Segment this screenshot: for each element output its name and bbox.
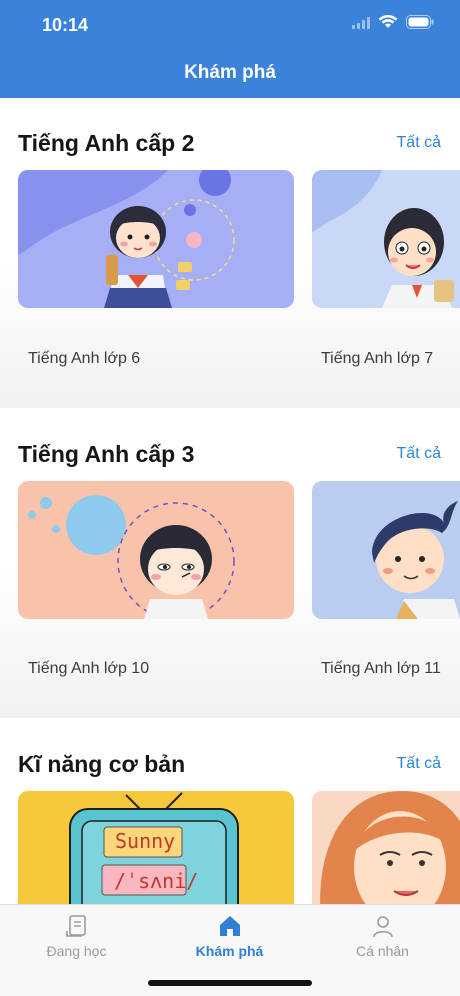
tab-label: Đang học bbox=[46, 943, 107, 959]
course-card-label: Tiếng Anh lớp 10 bbox=[28, 660, 150, 677]
course-card-grade-6[interactable] bbox=[18, 170, 294, 308]
course-card-label: Tiếng Anh lớp 11 bbox=[321, 660, 441, 677]
phonetic-text: /ˈsʌni/ bbox=[114, 869, 199, 893]
see-all-link[interactable]: Tất cả bbox=[397, 445, 441, 463]
skill-card-vocabulary[interactable]: Sunny /ˈsʌni/ bbox=[18, 791, 294, 904]
boy-illustration bbox=[312, 481, 460, 619]
course-card-grade-11[interactable] bbox=[312, 481, 460, 619]
skill-card-speaking[interactable] bbox=[312, 791, 460, 904]
tab-studying[interactable]: Đang học bbox=[0, 913, 153, 969]
explore-content[interactable]: Tiếng Anh cấp 2 Tất cả Tiếng Anh lớp 6 T… bbox=[0, 98, 460, 904]
book-icon bbox=[65, 915, 86, 937]
page-title: Khám phá bbox=[184, 62, 276, 83]
status-icons bbox=[352, 14, 434, 34]
tab-label: Cá nhân bbox=[356, 943, 409, 959]
status-bar: 10:14 bbox=[0, 0, 460, 50]
course-card-grade-7[interactable] bbox=[312, 170, 460, 308]
girl-illustration bbox=[18, 170, 294, 308]
section-high-school-english: Tiếng Anh cấp 3 Tất cả Tiếng Anh lớp 10 bbox=[0, 408, 460, 718]
tab-explore[interactable]: Khám phá bbox=[153, 913, 306, 969]
girl-illustration bbox=[18, 481, 294, 619]
word-text: Sunny bbox=[115, 829, 176, 853]
see-all-link[interactable]: Tất cả bbox=[397, 755, 441, 773]
signal-icon bbox=[352, 16, 370, 34]
wifi-icon bbox=[378, 14, 398, 34]
section-title: Kĩ năng cơ bản bbox=[18, 751, 186, 777]
course-card-grade-10[interactable] bbox=[18, 481, 294, 619]
home-indicator[interactable] bbox=[148, 980, 312, 986]
battery-icon bbox=[406, 15, 434, 34]
course-card-label: Tiếng Anh lớp 6 bbox=[28, 350, 141, 367]
section-basic-skills: Kĩ năng cơ bản Tất cả Sunny /ˈsʌni/ bbox=[0, 718, 460, 904]
woman-illustration bbox=[312, 791, 460, 904]
see-all-link[interactable]: Tất cả bbox=[397, 134, 441, 152]
section-secondary-english: Tiếng Anh cấp 2 Tất cả Tiếng Anh lớp 6 T… bbox=[0, 98, 460, 408]
tab-label: Khám phá bbox=[195, 943, 264, 959]
course-card-label: Tiếng Anh lớp 7 bbox=[321, 350, 434, 367]
app-header: 10:14 Khám phá bbox=[0, 0, 460, 98]
section-title: Tiếng Anh cấp 3 bbox=[18, 441, 195, 467]
person-icon bbox=[372, 916, 393, 938]
section-title: Tiếng Anh cấp 2 bbox=[18, 130, 195, 156]
status-time: 10:14 bbox=[42, 15, 89, 35]
tab-profile[interactable]: Cá nhân bbox=[306, 913, 459, 969]
students-illustration bbox=[312, 170, 460, 308]
home-icon bbox=[219, 916, 240, 936]
